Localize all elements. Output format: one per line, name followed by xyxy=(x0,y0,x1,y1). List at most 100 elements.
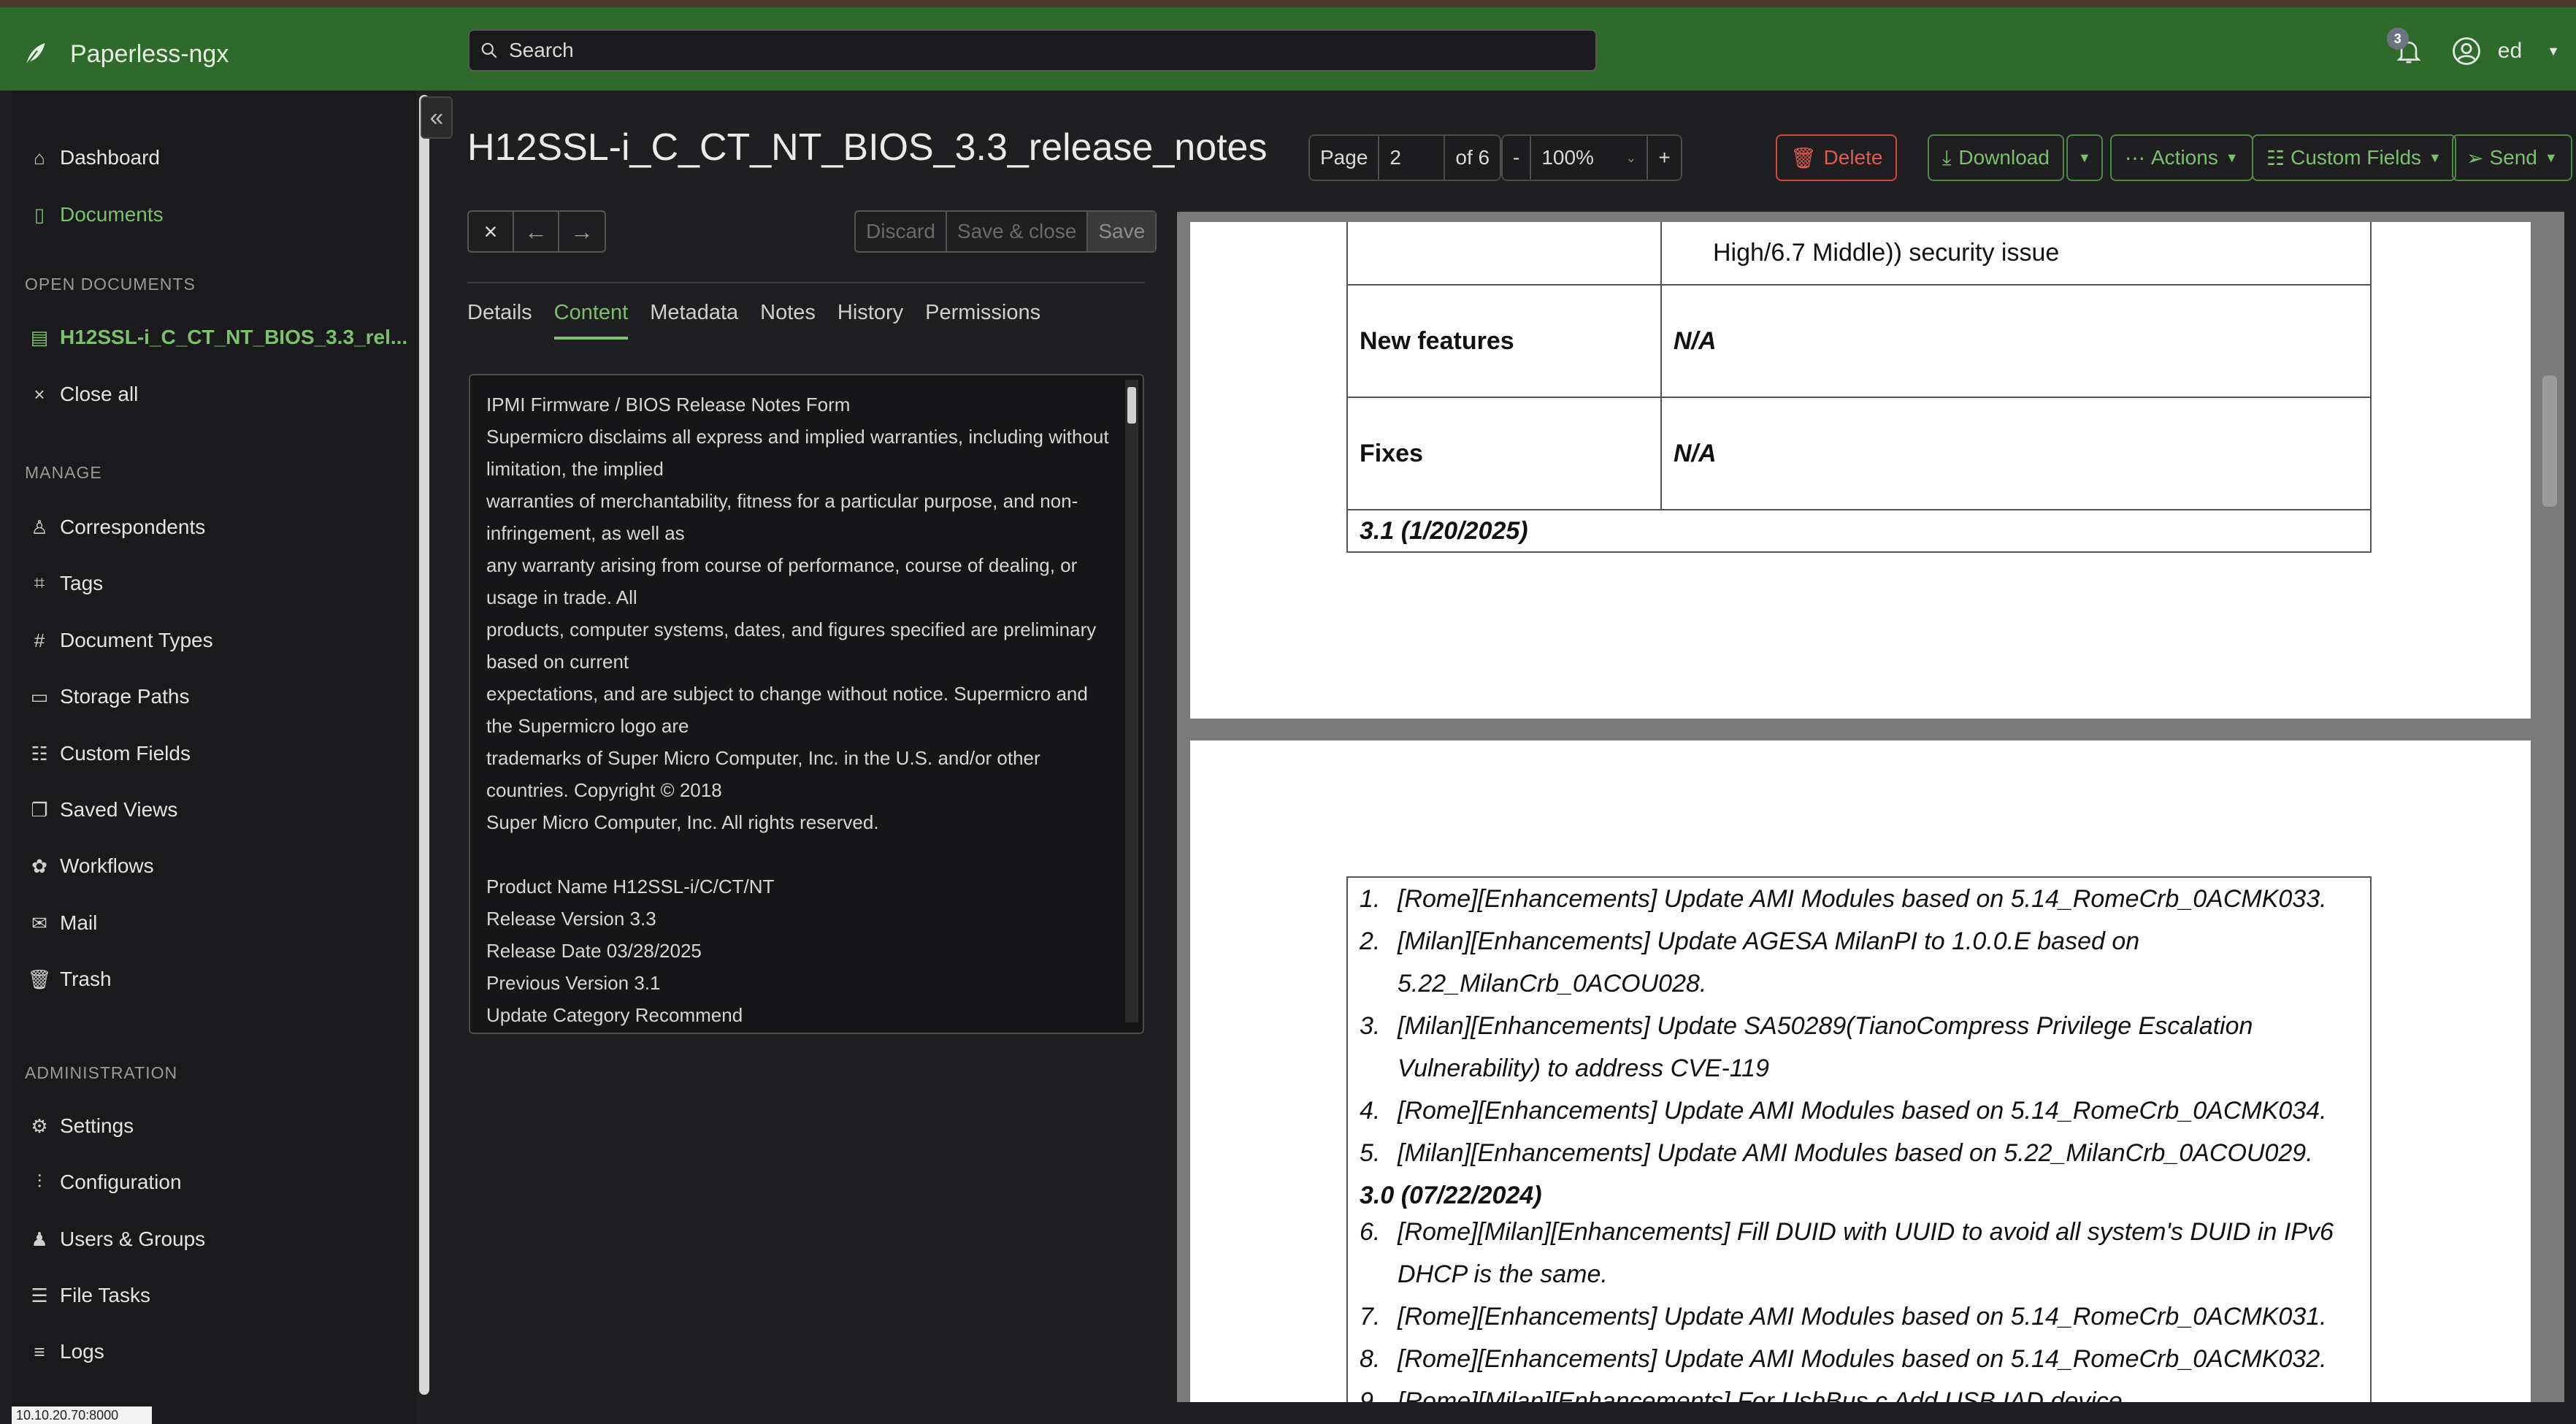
sidebar-item-mail[interactable]: ✉ Mail xyxy=(12,901,416,945)
send-button[interactable]: ➢ Send ▼ xyxy=(2452,134,2572,181)
sidebar-item-file-tasks[interactable]: ☰ File Tasks xyxy=(12,1274,416,1317)
user-avatar-icon xyxy=(2452,37,2480,65)
app-name: Paperless-ngx xyxy=(70,39,229,68)
actions-button[interactable]: ⋯ Actions ▼ xyxy=(2110,134,2253,181)
global-search[interactable] xyxy=(468,29,1597,72)
list-item: 5. [Milan][Enhancements] Update AMI Modul… xyxy=(1360,1139,2313,1167)
ui-checks-icon: ☷ xyxy=(2266,146,2285,169)
notifications-button[interactable]: 3 xyxy=(2386,28,2431,73)
people-icon: ♟ xyxy=(31,1228,48,1250)
caret-down-icon: ▼ xyxy=(2225,150,2239,165)
sidebar-item-correspondents[interactable]: ♙ Correspondents xyxy=(12,505,416,549)
manage-heading: MANAGE xyxy=(25,463,102,482)
pdf-preview[interactable]: High/6.7 Middle)) security issue New fea… xyxy=(1177,212,2564,1402)
sidebar-item-settings[interactable]: ⚙ Settings xyxy=(12,1104,416,1148)
content-scrollbar-thumb[interactable] xyxy=(1127,387,1136,424)
document-nav-tools: × ← → xyxy=(467,210,606,253)
text-left-icon: ≡ xyxy=(34,1340,45,1363)
sidebar: ⌂ Dashboard ▯ Documents OPEN DOCUMENTS ▤ H1… xyxy=(12,91,416,1424)
zoom-control: - 100% ⌄ + xyxy=(1501,134,1682,181)
content-text: IPMI Firmware / BIOS Release Notes Form … xyxy=(486,394,1109,1026)
page-number-input[interactable]: 2 xyxy=(1379,136,1446,180)
page-count: of 6 xyxy=(1455,146,1490,169)
tab-details[interactable]: Details xyxy=(467,301,532,340)
table-cell: 3.1 (1/20/2025) xyxy=(1346,509,2372,553)
tag-icon: ⌗ xyxy=(34,572,45,594)
list-item: 8. [Rome][Enhancements] Update AMI Module… xyxy=(1360,1345,2327,1373)
sidebar-item-close-all[interactable]: × Close all xyxy=(12,372,416,416)
zoom-select[interactable]: 100% ⌄ xyxy=(1531,136,1649,180)
sidebar-item-documents[interactable]: ▯ Documents xyxy=(12,193,416,237)
search-input[interactable] xyxy=(509,39,1531,62)
delete-button[interactable]: 🗑 Delete xyxy=(1776,134,1898,181)
chevron-double-left-icon: « xyxy=(429,103,444,131)
zoom-out-button[interactable]: - xyxy=(1503,136,1532,180)
tab-permissions[interactable]: Permissions xyxy=(925,301,1040,340)
hash-icon: # xyxy=(34,629,45,651)
release-table: High/6.7 Middle)) security issue New fea… xyxy=(1346,222,2372,553)
list-item: 1. [Rome][Enhancements] Update AMI Module… xyxy=(1360,885,2327,913)
table-cell: Fixes xyxy=(1346,397,1662,510)
pdf-page: High/6.7 Middle)) security issue New fea… xyxy=(1190,222,2531,719)
list-item: 2. [Milan][Enhancements] Update AGESA Mil… xyxy=(1360,927,2140,998)
tab-content[interactable]: Content xyxy=(553,301,629,340)
table-cell: High/6.7 Middle)) security issue xyxy=(1660,222,2372,286)
discard-button[interactable]: Discard xyxy=(856,212,947,251)
previous-document-button[interactable]: ← xyxy=(514,212,559,251)
save-controls: Discard Save & close Save xyxy=(854,210,1157,253)
user-menu[interactable]: ed ▼ xyxy=(2451,36,2569,66)
content-scrollbar[interactable] xyxy=(1125,380,1138,1022)
page-title: H12SSL-i_C_CT_NT_BIOS_3.3_release_notes xyxy=(467,126,1268,169)
gear-icon: ⚙ xyxy=(31,1114,48,1137)
close-icon: × xyxy=(34,383,45,405)
save-close-button[interactable]: Save & close xyxy=(947,212,1089,251)
sidebar-item-open-document[interactable]: ▤ H12SSL-i_C_CT_NT_BIOS_3.3_rel... xyxy=(12,315,416,359)
sidebar-item-saved-views[interactable]: ❐ Saved Views xyxy=(12,788,416,832)
chevron-down-icon: ⌄ xyxy=(1625,150,1637,165)
sidebar-item-workflows[interactable]: ✿ Workflows xyxy=(12,844,416,888)
app-brand[interactable]: Paperless-ngx xyxy=(22,37,229,72)
custom-fields-button[interactable]: ☷ Custom Fields ▼ xyxy=(2252,134,2456,181)
content-textarea[interactable]: IPMI Firmware / BIOS Release Notes Form … xyxy=(469,374,1144,1034)
list-task-icon: ☰ xyxy=(31,1284,48,1306)
list-item: 3. [Milan][Enhancements] Update SA50289(T… xyxy=(1360,1012,2253,1082)
next-document-button[interactable]: → xyxy=(559,212,605,251)
close-icon: × xyxy=(483,218,498,245)
sidebar-item-configuration[interactable]: ⫶ Configuration xyxy=(12,1160,416,1204)
tab-metadata[interactable]: Metadata xyxy=(650,301,738,340)
download-icon: ⤓ xyxy=(1942,145,1952,169)
sidebar-scrollbar[interactable] xyxy=(419,95,429,1395)
sidebar-item-dashboard[interactable]: ⌂ Dashboard xyxy=(12,136,416,180)
sidebar-item-custom-fields[interactable]: ☷ Custom Fields xyxy=(12,732,416,776)
file-text-icon: ▤ xyxy=(30,326,49,348)
open-documents-heading: OPEN DOCUMENTS xyxy=(25,275,196,294)
download-button[interactable]: ⤓ Download xyxy=(1928,134,2064,181)
list-item: 6. [Rome][Milan][Enhancements] Fill DUID … xyxy=(1360,1218,2334,1288)
save-button[interactable]: Save xyxy=(1088,212,1156,251)
sidebar-item-users-groups[interactable]: ♟ Users & Groups xyxy=(12,1217,416,1261)
zoom-in-button[interactable]: + xyxy=(1648,136,1680,180)
notification-count-badge: 3 xyxy=(2386,28,2409,50)
sidebar-item-logs[interactable]: ≡ Logs xyxy=(12,1330,416,1374)
house-icon: ⌂ xyxy=(34,146,45,169)
arrow-right-icon: → xyxy=(570,218,594,245)
collapse-sidebar-button[interactable]: « xyxy=(421,96,453,139)
tab-history[interactable]: History xyxy=(837,301,903,340)
document-tabs: Details Content Metadata Notes History P… xyxy=(467,301,1040,340)
sidebar-item-document-types[interactable]: # Document Types xyxy=(12,619,416,662)
file-icon: ▯ xyxy=(34,203,45,226)
preview-scrollbar[interactable] xyxy=(2542,375,2557,507)
sidebar-item-tags[interactable]: ⌗ Tags xyxy=(12,562,416,605)
download-options-button[interactable]: ▼ xyxy=(2066,134,2103,181)
three-dots-icon: ⋯ xyxy=(2125,146,2145,169)
tab-notes[interactable]: Notes xyxy=(760,301,816,340)
administration-heading: ADMINISTRATION xyxy=(25,1063,178,1082)
sidebar-item-storage-paths[interactable]: ▭ Storage Paths xyxy=(12,675,416,719)
page-navigator: Page 2 of 6 xyxy=(1308,134,1502,181)
caret-down-icon: ▼ xyxy=(2078,150,2091,165)
sidebar-item-trash[interactable]: 🗑 Trash xyxy=(12,957,416,1001)
tabs-divider xyxy=(467,282,1145,283)
folder-icon: ▭ xyxy=(30,685,49,708)
close-document-button[interactable]: × xyxy=(469,212,514,251)
trash-icon: 🗑 xyxy=(27,968,52,990)
